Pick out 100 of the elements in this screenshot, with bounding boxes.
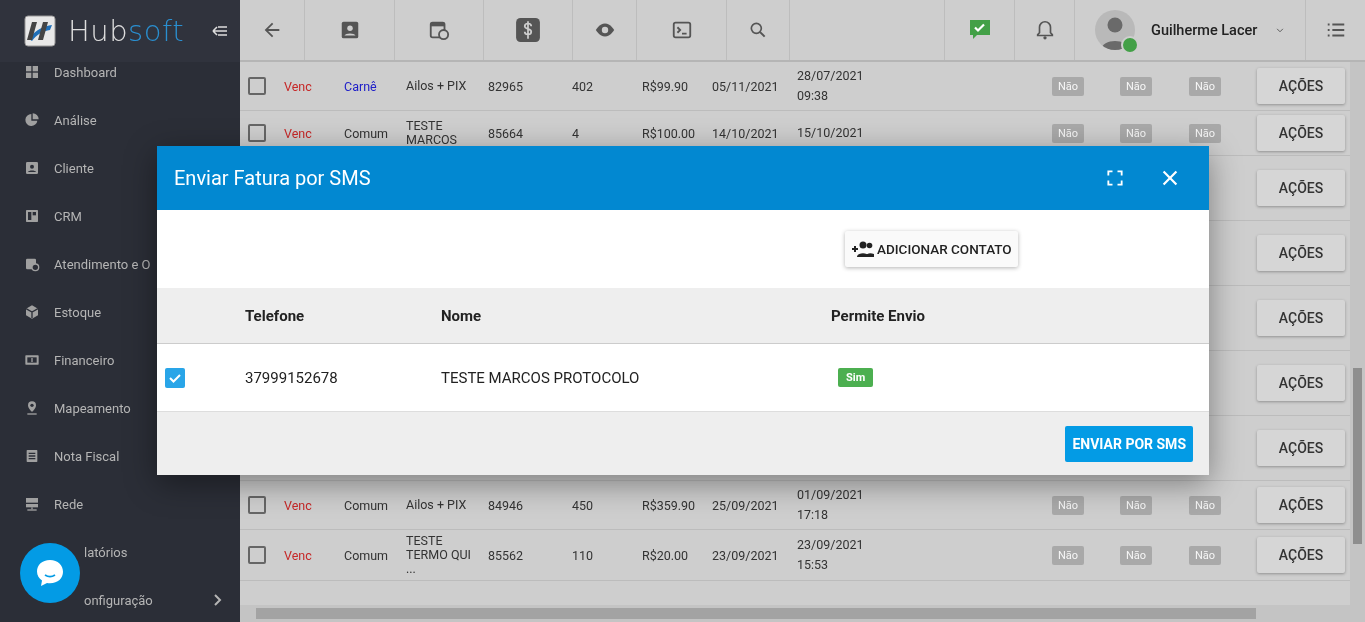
flag-tag: Não xyxy=(1189,76,1222,96)
table-cell-text: 110 xyxy=(572,547,595,563)
description-text: TESTE MARCOS xyxy=(406,119,459,147)
table-cell-text: R$20.00 xyxy=(642,547,690,563)
date-time-text: 15/10/2021 xyxy=(797,124,865,142)
sidebar-item[interactable]: Mapeamento xyxy=(0,384,240,432)
document-icon xyxy=(24,448,40,464)
allowed-tag: Sim xyxy=(838,368,874,387)
status-text: Venc xyxy=(284,78,313,94)
description-text: Ailos + PIX xyxy=(406,498,468,512)
table-cell-text: 402 xyxy=(572,78,595,94)
terminal-icon xyxy=(670,19,693,41)
table-cell-text: 25/09/2021 xyxy=(712,497,780,513)
actions-button[interactable]: AÇÕES xyxy=(1257,68,1345,104)
checkbox[interactable] xyxy=(248,546,266,564)
actions-button[interactable]: AÇÕES xyxy=(1257,365,1345,401)
table-cell-text: 4 xyxy=(572,125,581,141)
column-header: Telefone xyxy=(245,306,306,325)
sidebar-item[interactable]: Análise xyxy=(0,96,240,144)
description-text: Ailos + PIX xyxy=(406,79,468,93)
table-cell-text: 84946 xyxy=(488,497,525,513)
server-icon xyxy=(24,496,40,512)
avatar[interactable] xyxy=(1095,10,1135,50)
flag-tag: Não xyxy=(1189,123,1222,143)
table-cell-text: 450 xyxy=(572,497,595,513)
table-cell-text: 85664 xyxy=(488,125,525,141)
board-icon xyxy=(24,208,40,224)
logo-icon xyxy=(24,15,56,47)
type-text: Comum xyxy=(344,547,390,563)
date-time-text: 28/07/2021 09:38 xyxy=(797,67,865,105)
table-cell-text: 85562 xyxy=(488,547,525,563)
add-contact-button[interactable]: ADICIONAR CONTATO xyxy=(845,231,1018,267)
pie-chart-icon xyxy=(24,112,40,128)
actions-button[interactable]: AÇÕES xyxy=(1257,300,1345,336)
checkbox[interactable] xyxy=(248,77,266,95)
table-cell-text: 14/10/2021 xyxy=(712,125,780,141)
chat-check-icon xyxy=(967,18,992,42)
flag-tag: Não xyxy=(1120,495,1153,515)
type-text: Carnê xyxy=(344,78,378,94)
box-icon xyxy=(24,304,40,320)
flag-tag: Não xyxy=(1189,545,1222,565)
table-cell-text: 82965 xyxy=(488,78,525,94)
contact-name: TESTE MARCOS PROTOCOLO xyxy=(441,368,641,387)
collapse-menu-icon[interactable] xyxy=(212,25,228,37)
actions-button[interactable]: AÇÕES xyxy=(1257,487,1345,523)
date-time-text: 23/09/2021 15:53 xyxy=(797,536,865,574)
contact-card-icon xyxy=(24,160,40,176)
type-text: Comum xyxy=(344,497,390,513)
table-cell-text: R$100.00 xyxy=(642,125,697,141)
table-cell-text: R$99.90 xyxy=(642,78,690,94)
type-text: Comum xyxy=(344,125,390,141)
grid-icon xyxy=(24,64,40,80)
column-header: Nome xyxy=(441,306,483,325)
checkbox[interactable] xyxy=(248,496,266,514)
actions-button[interactable]: AÇÕES xyxy=(1257,430,1345,466)
checkbox[interactable] xyxy=(165,367,185,388)
checkbox[interactable] xyxy=(248,124,266,142)
flag-tag: Não xyxy=(1052,545,1085,565)
map-pin-icon xyxy=(24,400,40,416)
flag-tag: Não xyxy=(1052,76,1085,96)
sidebar-item[interactable]: Rede xyxy=(0,480,240,528)
flag-tag: Não xyxy=(1120,545,1153,565)
table-cell-text: 23/09/2021 xyxy=(712,547,780,563)
sidebar-item[interactable]: Atendimento e O xyxy=(0,240,240,288)
actions-button[interactable]: AÇÕES xyxy=(1257,170,1345,206)
actions-button[interactable]: AÇÕES xyxy=(1257,115,1345,151)
description-text: TESTE TERMO QUI ... xyxy=(406,534,472,576)
fullscreen-icon xyxy=(1105,168,1125,188)
table-cell-text: 05/11/2021 xyxy=(712,78,780,94)
dollar-icon xyxy=(515,17,541,43)
money-icon xyxy=(24,352,40,368)
brand-name: Hubsoft xyxy=(68,14,185,48)
actions-button[interactable]: AÇÕES xyxy=(1257,235,1345,271)
table-cell-text: R$359.90 xyxy=(642,497,697,513)
sidebar-item[interactable]: CRM xyxy=(0,192,240,240)
flag-tag: Não xyxy=(1120,76,1153,96)
status-text: Venc xyxy=(284,125,313,141)
dialog-title: Enviar Fatura por SMS xyxy=(174,166,372,190)
date-time-text: 01/09/2021 17:18 xyxy=(797,486,865,524)
column-header: Permite Envio xyxy=(831,306,926,325)
sidebar-item[interactable]: onfiguração xyxy=(0,576,240,622)
user-name[interactable]: Guilherme Lacer xyxy=(1151,21,1258,39)
search-icon xyxy=(748,20,768,40)
phone-text: 37999152678 xyxy=(245,368,339,387)
sidebar-item[interactable]: Dashboard xyxy=(0,48,240,96)
actions-button[interactable]: AÇÕES xyxy=(1257,537,1345,573)
horizontal-scrollbar[interactable] xyxy=(240,605,1365,622)
sidebar-item[interactable]: Financeiro xyxy=(0,336,240,384)
sidebar-item[interactable]: Estoque xyxy=(0,288,240,336)
fullscreen-button[interactable] xyxy=(1105,168,1125,188)
status-text: Venc xyxy=(284,497,313,513)
calendar-clock-icon xyxy=(428,19,450,41)
sidebar-item[interactable]: Nota Fiscal xyxy=(0,432,240,480)
calendar-clock-icon xyxy=(24,256,40,272)
sidebar-item[interactable]: latórios xyxy=(0,528,240,576)
flag-tag: Não xyxy=(1052,495,1085,515)
vertical-scrollbar[interactable] xyxy=(1350,62,1365,605)
status-text: Venc xyxy=(284,547,313,563)
flag-tag: Não xyxy=(1052,123,1085,143)
flag-tag: Não xyxy=(1189,495,1222,515)
